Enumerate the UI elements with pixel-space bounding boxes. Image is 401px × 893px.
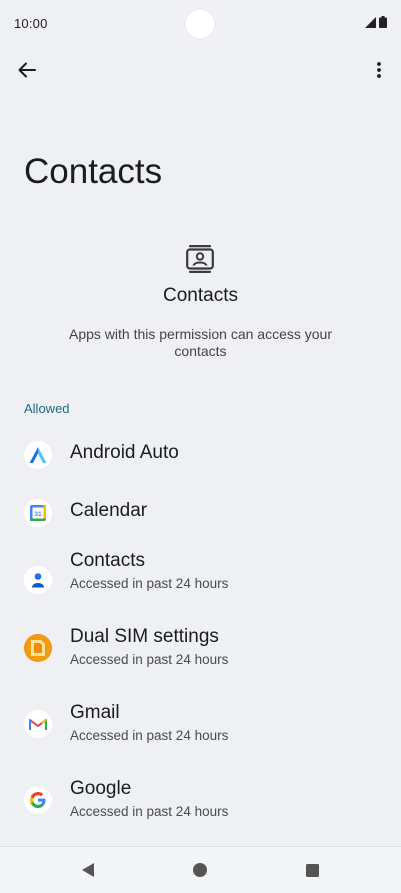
- status-icons: [365, 16, 387, 28]
- app-name: Android Auto: [70, 442, 179, 463]
- list-item-calendar[interactable]: 31 Calendar: [0, 484, 401, 542]
- app-name: Contacts: [70, 550, 145, 571]
- top-app-bar: [0, 48, 401, 92]
- app-subtitle: Accessed in past 24 hours: [70, 652, 229, 667]
- list-item-contacts[interactable]: Contacts Accessed in past 24 hours: [0, 542, 401, 618]
- app-subtitle: Accessed in past 24 hours: [70, 728, 229, 743]
- signal-icon: [365, 16, 376, 28]
- app-subtitle: Accessed in past 24 hours: [70, 804, 229, 819]
- more-options-button[interactable]: [365, 56, 393, 84]
- contacts-permission-icon: [186, 245, 214, 273]
- battery-icon: [379, 16, 387, 28]
- nav-home-icon: [193, 863, 207, 877]
- svg-text:31: 31: [34, 511, 42, 518]
- nav-back-button[interactable]: [79, 861, 97, 879]
- camera-cutout: [186, 10, 214, 38]
- app-name: Dual SIM settings: [70, 626, 219, 647]
- page-title: Contacts: [24, 152, 163, 191]
- app-subtitle: Accessed in past 24 hours: [70, 576, 229, 591]
- app-name: Calendar: [70, 500, 148, 521]
- app-name: Google: [70, 778, 132, 799]
- list-item-android-auto[interactable]: Android Auto: [0, 426, 401, 484]
- calendar-icon: 31: [24, 499, 52, 527]
- more-vert-icon: [377, 62, 381, 78]
- back-button[interactable]: [12, 56, 42, 84]
- nav-home-button[interactable]: [191, 861, 209, 879]
- app-name: Gmail: [70, 702, 120, 723]
- nav-recents-icon: [305, 863, 319, 877]
- nav-recents-button[interactable]: [303, 861, 321, 879]
- list-item-gmail[interactable]: Gmail Accessed in past 24 hours: [0, 694, 401, 770]
- nav-back-icon: [82, 863, 94, 877]
- app-list: Android Auto 31 Calendar Contacts Access…: [0, 426, 401, 846]
- permission-description: Apps with this permission can access you…: [69, 326, 332, 359]
- android-auto-icon: [24, 441, 52, 469]
- status-bar: 10:00: [0, 0, 401, 48]
- permission-title: Contacts: [163, 285, 238, 306]
- gmail-icon: [24, 710, 52, 738]
- contacts-app-icon: [24, 566, 52, 594]
- back-arrow-icon: [18, 62, 36, 78]
- dual-sim-icon: [24, 634, 52, 662]
- system-navigation-bar: [0, 846, 401, 893]
- list-item-dual-sim-settings[interactable]: Dual SIM settings Accessed in past 24 ho…: [0, 618, 401, 694]
- allowed-section-label: Allowed: [24, 401, 70, 416]
- google-icon: [24, 786, 52, 814]
- status-time: 10:00: [14, 16, 48, 31]
- list-item-google[interactable]: Google Accessed in past 24 hours: [0, 770, 401, 846]
